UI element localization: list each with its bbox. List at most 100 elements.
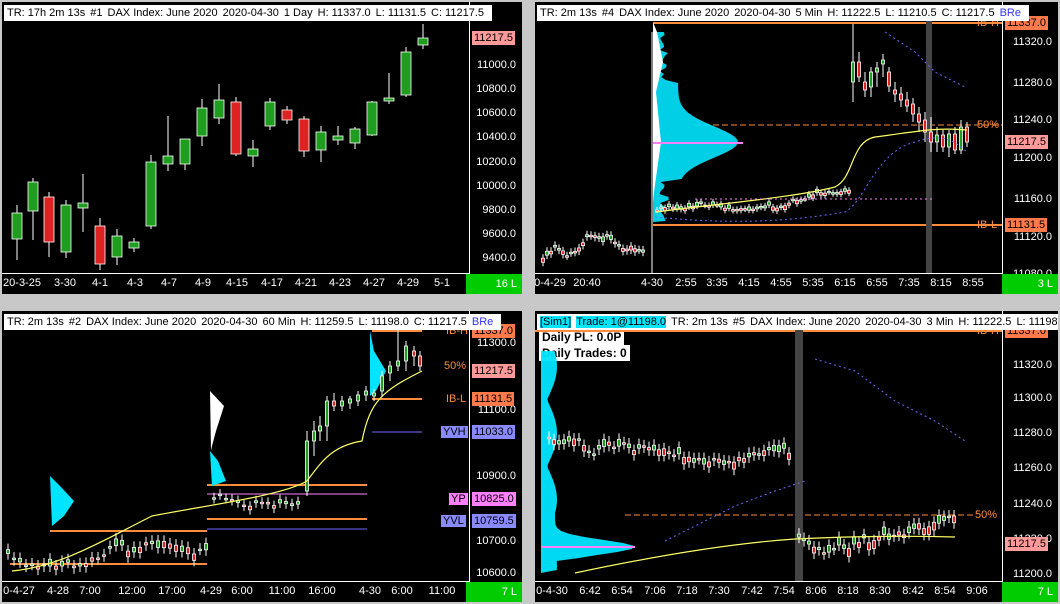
candle-body [404,345,408,362]
header-sim-account: [Sim1] [540,316,572,328]
header-low: L: 11131.5 [375,7,426,19]
volume-profile-day1 [50,476,74,526]
candlestick-plot[interactable] [2,2,470,274]
time-axis[interactable]: 0-4-29 20:40 4-30 2:55 3:35 4:15 4:55 5:… [535,273,1003,294]
candle-body [872,540,876,549]
candle-body [12,557,16,561]
x-tick: 4-3 [127,277,143,289]
candle-body [759,205,763,209]
candle-body [150,540,154,545]
candle-body [767,201,771,206]
candle-body [867,542,871,551]
y-tick: 11300.0 [477,337,516,349]
x-tick: 9:06 [966,585,988,597]
volume-profile [541,351,635,573]
intraday-plot[interactable] [535,2,1003,274]
candle-body [138,546,142,554]
y-tick: 11300.0 [1013,392,1052,404]
chart-pane-daily[interactable]: TR: 17h 2m 13s #1 DAX Index: June 2020 2020… [2,2,522,294]
candle-body [771,206,775,211]
candle-body [827,190,831,194]
candle-body [552,439,556,445]
price-axis[interactable]: 11320.0 11300.0 11280.0 11260.0 11240.0 … [1002,311,1058,582]
candle-body [727,460,731,464]
yp-label: YP [449,493,468,505]
chart-pane-3min[interactable]: [Sim1] Trade: 1@11198.0 TR: 2m 13s #5 DAX In… [535,311,1058,602]
candle-body [922,528,926,535]
x-tick: 20-3-25 [3,277,41,289]
candle-body [192,553,196,561]
candle-body [388,365,392,374]
candle-body [811,194,815,199]
time-axis[interactable]: 0-4-27 4-28 7:00 12:00 17:00 4-29 6:00 1… [2,581,470,602]
candle-body [11,212,23,240]
candle-body [633,248,637,253]
candle-body [629,245,633,251]
time-axis[interactable]: 0-4-30 6:42 6:54 7:06 7:18 7:30 7:42 7:5… [535,581,1003,602]
price-axis[interactable]: 11300.0 11100.0 10900.0 10700.0 10600.0 … [469,311,522,582]
candle-body [587,450,591,454]
header-chart-number: #4 [601,7,615,19]
chart-pane-60min[interactable]: TR: 2m 13s #2 DAX Index: June 2020 2020-04-… [2,311,522,602]
candle-body [735,209,739,212]
candle-body [162,541,166,549]
candle-body [621,248,625,252]
candle-body [737,457,741,462]
yp-tag: 10825.0 [472,492,516,506]
candle-body [641,249,645,253]
candle-body [699,201,703,204]
candle-body [247,148,259,157]
price-axis[interactable]: 11000.0 10800.0 10600.0 10400.0 10200.0 … [469,2,522,274]
candle-body [332,135,344,141]
x-tick: 4:55 [770,277,792,289]
header-chart-number: #1 [90,7,103,19]
y-tick: 9600.0 [482,228,516,240]
candle-body [622,442,626,445]
y-tick: 11240.0 [1013,498,1052,510]
header-extra: BRe [471,316,494,328]
header-low: L: 11198.0 [358,316,409,328]
candle-body [567,436,571,442]
candle-body [565,255,569,258]
x-tick: 8:54 [934,585,956,597]
candle-body [799,199,803,202]
corner-badge: 3 L [1002,274,1058,294]
candle-body [96,557,100,560]
candle-body [120,539,124,546]
x-tick: 8:06 [805,585,827,597]
candle-body [547,436,551,440]
three-minute-plot[interactable] [535,311,1003,582]
ib-low-tag: 11131.5 [472,392,515,406]
candle-body [897,531,901,536]
candle-body [723,207,727,211]
candle-body [366,101,378,136]
candle-body [835,192,839,195]
time-axis[interactable]: 20-3-25 3-30 4-1 4-3 4-7 4-9 4-15 4-17 4… [2,273,470,294]
y-tick: 11280.0 [1013,77,1052,89]
candle-body [953,133,957,151]
y-tick: 10800.0 [476,83,516,95]
yvl-tag: 10759.5 [472,514,516,528]
candle-body [128,241,140,249]
chart-header: TR: 17h 2m 13s #1 DAX Index: June 2020 2020… [4,5,493,21]
header-date: 2020-04-30 [734,7,791,19]
candle-body [180,545,184,552]
header-time-remaining: TR: 2m 13s [540,7,597,19]
x-tick: 4-29 [199,585,223,597]
candle-body [582,445,586,452]
header-high: H: 11222.5 [958,316,1012,328]
candle-body [585,234,589,238]
candle-body [632,450,636,456]
header-date: 2020-04-30 [201,316,258,328]
chart-pane-5min[interactable]: TR: 2m 13s #4 DAX Index: June 2020 2020-04-… [535,2,1058,294]
x-tick: 7:35 [898,277,920,289]
candle-body [932,521,936,531]
candle-body [581,242,585,246]
header-close: C: 11217.5 [941,7,995,19]
price-axis[interactable]: 11320.0 11280.0 11240.0 11200.0 11160.0 … [1002,2,1058,280]
x-tick: 7:30 [708,585,730,597]
x-tick: 3-30 [53,277,77,289]
y-tick: 11200.0 [1013,152,1052,164]
hourly-plot[interactable] [2,311,470,582]
candle-body [731,209,735,212]
